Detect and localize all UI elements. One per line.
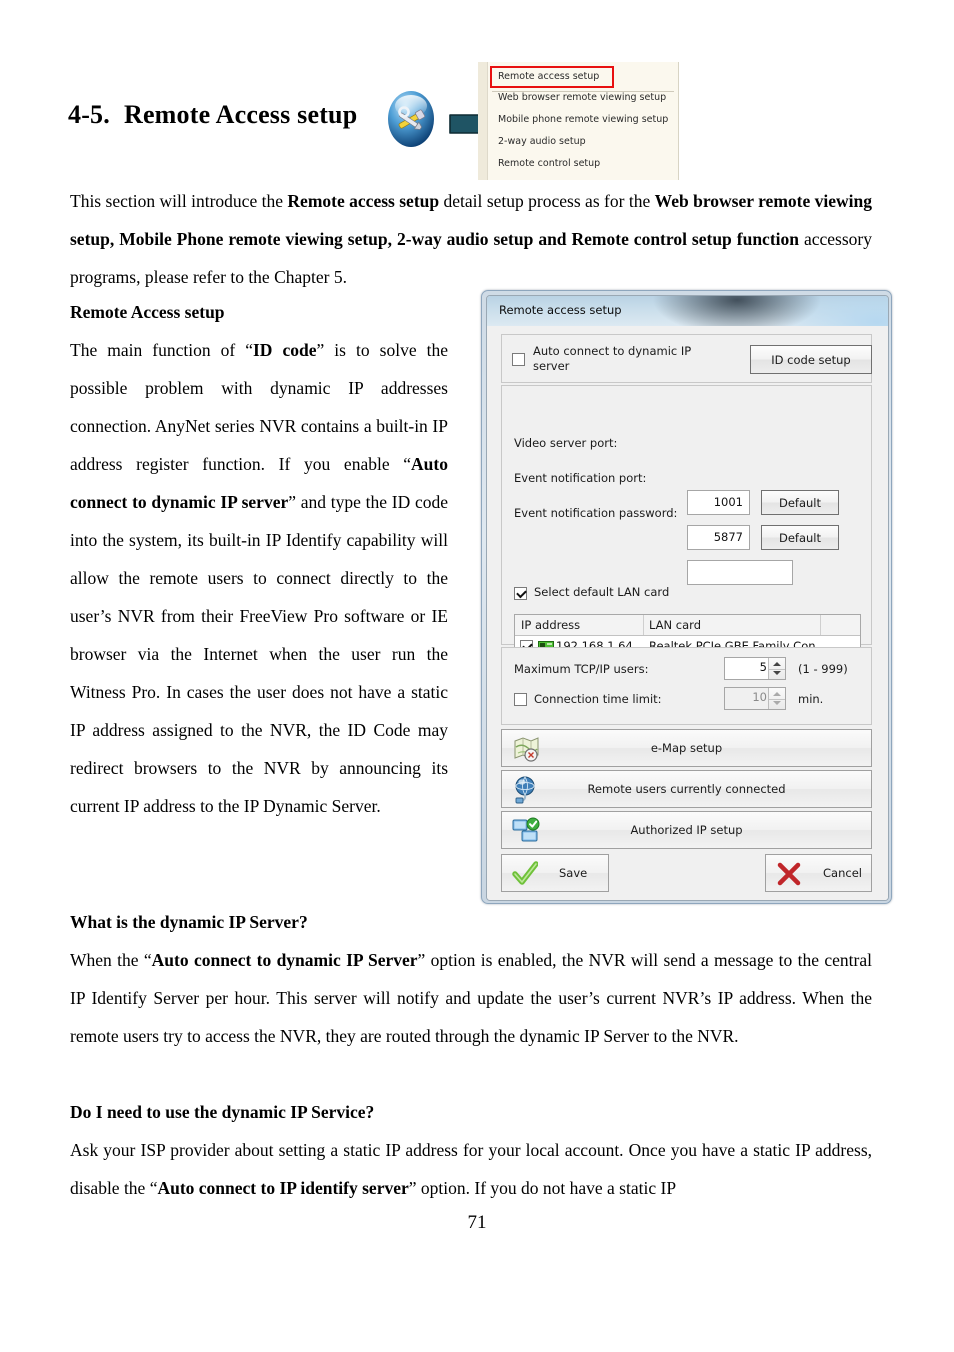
save-label: Save xyxy=(559,866,588,880)
subheading-what-is-dynamic-ip-server: What is the dynamic IP Server? xyxy=(70,912,308,932)
subheading-remote-access-setup: Remote Access setup xyxy=(70,302,225,322)
dialog-inner: Remote access setup Auto connect to dyna… xyxy=(486,295,889,901)
event-notification-password-input[interactable] xyxy=(687,560,793,585)
spin-divider-2 xyxy=(769,698,785,700)
video-server-port-input[interactable]: 1001 xyxy=(687,490,750,515)
q2-bold1: Auto connect to IP identify server xyxy=(157,1178,409,1198)
menu-item-remote-control-setup[interactable]: Remote control setup xyxy=(478,153,678,175)
cancel-label: Cancel xyxy=(823,866,862,880)
paragraph-dynamic-ip-server: When the “Auto connect to dynamic IP Ser… xyxy=(70,941,872,1055)
connection-time-limit-label: Connection time limit: xyxy=(534,692,662,706)
remote-access-setup-dialog: Remote access setup Auto connect to dyna… xyxy=(481,290,892,904)
users-limit-group: Maximum TCP/IP users: 5 (1 - 999) Connec… xyxy=(501,647,872,725)
column-header-ip-address: IP address xyxy=(521,618,581,632)
intro-part2: detail setup process as for the xyxy=(439,191,655,211)
intro-bold1: Remote access setup xyxy=(287,191,440,211)
dialog-frame: Remote access setup Auto connect to dyna… xyxy=(481,290,892,904)
emap-setup-label: e-Map setup xyxy=(650,741,723,755)
document-page: 4-5. Remote Access setup Remote access s… xyxy=(0,0,954,1352)
q1-bold1: Auto connect to dynamic IP Server xyxy=(151,950,418,970)
menu-item-mobile-phone-remote-viewing-setup[interactable]: Mobile phone remote viewing setup xyxy=(478,109,678,131)
dialog-body: Auto connect to dynamic IP server ID cod… xyxy=(487,326,888,900)
header-divider-2 xyxy=(820,615,821,635)
dialog-title: Remote access setup xyxy=(499,303,622,317)
body-part1: The main function of “ xyxy=(70,340,253,360)
column-header-lan-card: LAN card xyxy=(649,618,701,632)
authorized-ip-setup-label: Authorized IP setup xyxy=(630,823,743,837)
intro-paragraph: This section will introduce the Remote a… xyxy=(70,182,872,296)
save-button[interactable]: Save xyxy=(501,854,609,892)
close-icon xyxy=(777,862,801,886)
select-default-lan-card-checkbox[interactable] xyxy=(514,587,527,600)
body-part2: ” is to solve the possible problem with … xyxy=(70,340,448,474)
lan-card-table-header: IP address LAN card xyxy=(515,615,860,636)
tools-icon xyxy=(388,91,434,147)
auto-connect-group: Auto connect to dynamic IP server ID cod… xyxy=(501,334,872,383)
auto-connect-checkbox[interactable] xyxy=(512,353,525,366)
dialog-titlebar: Remote access setup xyxy=(487,296,888,326)
video-server-port-default-button[interactable]: Default xyxy=(761,490,839,515)
video-server-port-label: Video server port: xyxy=(514,436,618,450)
intro-part1: This section will introduce the xyxy=(70,191,288,211)
connection-time-limit-stepper[interactable]: 10 xyxy=(724,687,786,710)
page-number: 71 xyxy=(467,1212,487,1233)
check-icon xyxy=(512,861,538,885)
max-tcpip-users-stepper[interactable]: 5 xyxy=(724,657,786,680)
body-part3: ” and type the ID code into the system, … xyxy=(70,492,448,816)
body-bold1: ID code xyxy=(253,340,317,360)
menu-item-2-way-audio-setup[interactable]: 2-way audio setup xyxy=(478,131,678,153)
paragraph-dynamic-ip-service: Ask your ISP provider about setting a st… xyxy=(70,1131,872,1207)
max-tcpip-users-value: 5 xyxy=(759,660,767,674)
event-notification-port-label: Event notification port: xyxy=(514,471,647,485)
remote-users-connected-button[interactable]: Remote users currently connected xyxy=(501,770,872,808)
connection-settings-group: Video server port: 1001 Default Event no… xyxy=(501,385,872,696)
id-code-setup-button[interactable]: ID code setup xyxy=(750,345,872,374)
remote-users-connected-label: Remote users currently connected xyxy=(587,782,786,796)
context-menu[interactable]: Remote access setup Web browser remote v… xyxy=(478,62,679,180)
menu-item-remote-access-setup[interactable]: Remote access setup xyxy=(478,67,678,87)
connection-time-limit-unit: min. xyxy=(798,692,824,706)
map-icon xyxy=(514,737,539,762)
menu-item-web-browser-remote-viewing-setup[interactable]: Web browser remote viewing setup xyxy=(478,87,678,109)
q2-part2: ” option. If you do not have a static IP xyxy=(408,1178,677,1198)
subheading-do-i-need-dynamic-ip-service: Do I need to use the dynamic IP Service? xyxy=(70,1102,375,1122)
section-number: 4-5. xyxy=(68,100,110,129)
event-notification-port-default-button[interactable]: Default xyxy=(761,525,839,550)
header-divider-1 xyxy=(643,615,644,635)
spin-divider xyxy=(769,668,785,670)
page-title: 4-5. Remote Access setup xyxy=(68,100,357,130)
event-notification-password-label: Event notification password: xyxy=(514,506,678,520)
cancel-button[interactable]: Cancel xyxy=(765,854,872,892)
max-tcpip-users-range-hint: (1 - 999) xyxy=(798,662,848,676)
max-tcpip-users-label: Maximum TCP/IP users: xyxy=(514,662,649,676)
authorized-ip-setup-button[interactable]: Authorized IP setup xyxy=(501,811,872,849)
connection-time-limit-value: 10 xyxy=(752,690,767,704)
body-left-column: The main function of “ID code” is to sol… xyxy=(70,331,448,825)
emap-setup-button[interactable]: e-Map setup xyxy=(501,729,872,767)
select-default-lan-card-label: Select default LAN card xyxy=(534,585,670,599)
monitors-check-icon xyxy=(512,817,540,842)
event-notification-port-input[interactable]: 5877 xyxy=(687,525,750,550)
q1-part1: When the “ xyxy=(70,950,152,970)
connection-time-limit-checkbox[interactable] xyxy=(514,693,527,706)
auto-connect-label: Auto connect to dynamic IP server xyxy=(533,344,692,373)
globe-user-icon xyxy=(515,776,535,804)
section-title-text: Remote Access setup xyxy=(123,100,358,129)
